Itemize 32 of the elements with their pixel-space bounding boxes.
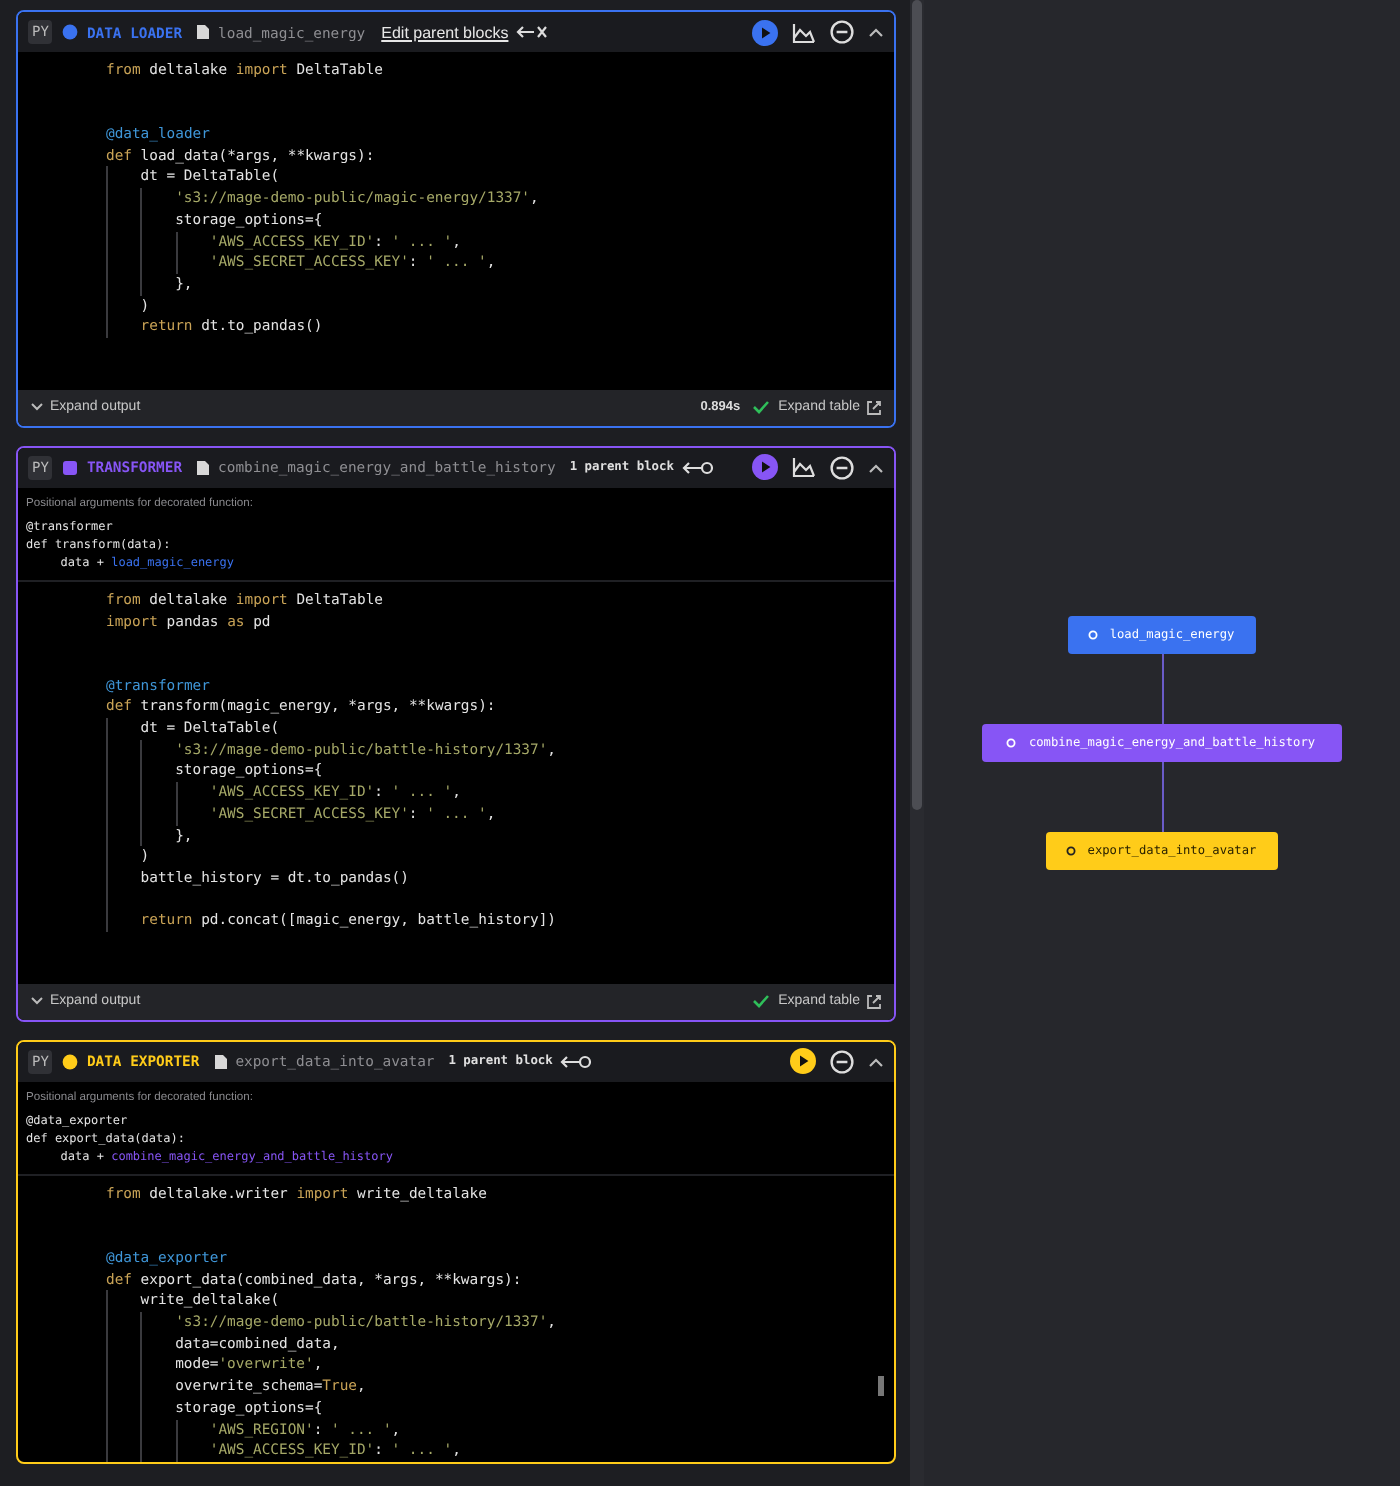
ring-icon <box>1006 738 1017 748</box>
chevron-down-icon <box>30 402 44 413</box>
edit-parent-link[interactable]: Edit parent blocks <box>381 23 509 41</box>
ring-icon <box>1065 846 1076 856</box>
check-icon <box>752 400 771 415</box>
minus-circle-icon[interactable] <box>830 20 854 44</box>
chevron-down-icon <box>30 996 44 1007</box>
file-icon <box>196 459 211 476</box>
ring-icon <box>1087 630 1098 640</box>
arrow-node-icon[interactable] <box>560 1053 593 1070</box>
chart-icon[interactable] <box>792 456 816 479</box>
minus-circle-icon[interactable] <box>830 1049 854 1074</box>
file-icon <box>213 1053 228 1070</box>
square-icon <box>62 459 79 476</box>
external-link-icon <box>866 399 882 416</box>
arrow-cross-icon[interactable] <box>516 24 549 40</box>
play-icon[interactable] <box>790 1048 816 1075</box>
arrow-node-icon[interactable] <box>681 459 714 476</box>
caret-up-icon[interactable] <box>868 26 884 38</box>
caret-up-icon[interactable] <box>868 461 884 474</box>
external-link-icon <box>866 993 882 1010</box>
dot-icon <box>62 1053 79 1070</box>
minus-circle-icon[interactable] <box>830 455 854 480</box>
edge-line <box>1161 762 1163 832</box>
file-icon <box>196 24 211 40</box>
dot-icon <box>62 24 79 40</box>
scrollbar-thumb[interactable] <box>912 0 922 810</box>
chart-icon[interactable] <box>792 21 816 43</box>
scrollbar-thumb[interactable] <box>878 1375 884 1396</box>
edge-line <box>1161 654 1163 724</box>
caret-up-icon[interactable] <box>868 1055 884 1068</box>
check-icon <box>752 994 771 1009</box>
